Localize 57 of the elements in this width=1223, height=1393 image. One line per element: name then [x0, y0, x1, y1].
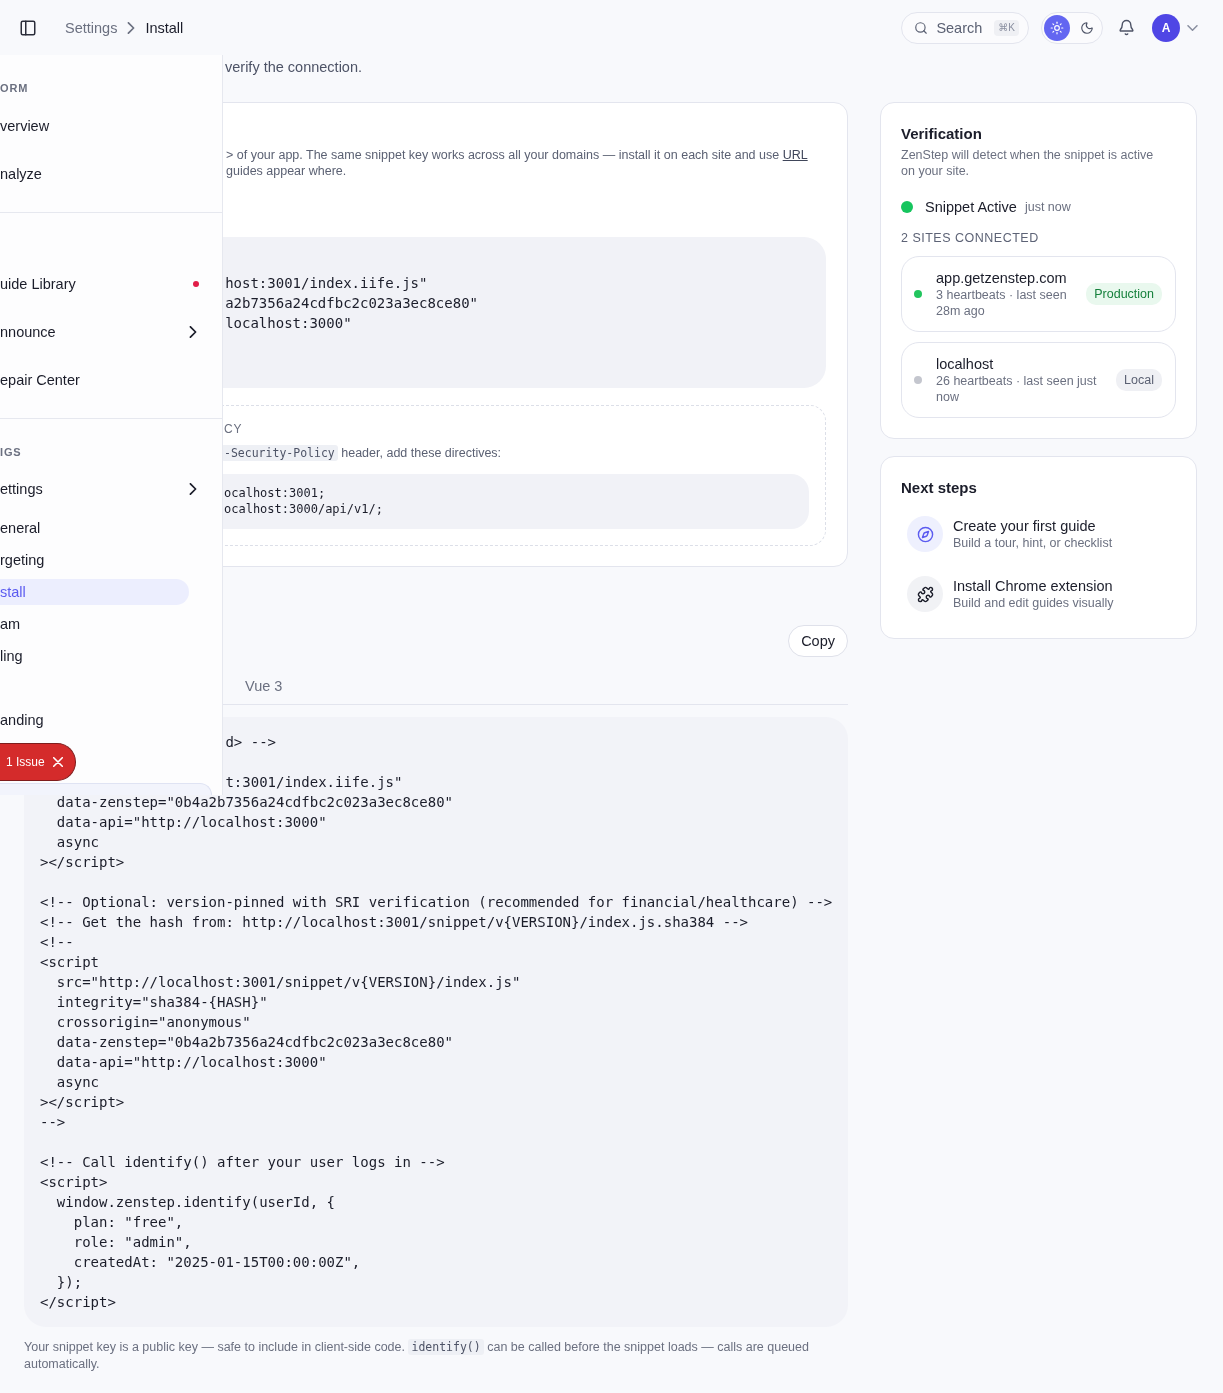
issue-badge[interactable]: 1 Issue: [0, 743, 76, 781]
environment-badge: Local: [1116, 369, 1162, 391]
card-title: Verification: [901, 124, 983, 144]
intro-text: verify the connection.: [225, 58, 364, 77]
section-label: ORM: [0, 81, 30, 95]
search-icon: [914, 20, 929, 35]
moon-icon: [1080, 20, 1094, 35]
nav-item[interactable]: am: [0, 611, 189, 637]
nav-item[interactable]: nalyze: [0, 150, 222, 198]
site-meta: 3 heartbeats · last seen 28m ago: [936, 287, 1068, 319]
breadcrumb-link[interactable]: Settings: [65, 17, 118, 38]
url-link[interactable]: URL: [782, 148, 808, 162]
shortcut-hint: ⌘K: [994, 19, 1019, 36]
step-title[interactable]: Install Chrome extension: [953, 577, 1114, 595]
description-text: > of your app. The same snippet key works across all your domains — install it on each site and use URL: [226, 147, 809, 163]
site-name: localhost: [936, 355, 995, 373]
breadcrumb-current: Install: [145, 18, 184, 38]
puzzle-icon: [907, 576, 943, 612]
code-text: d> --> t:3001/index.iife.js": [225, 733, 404, 792]
nav-item[interactable]: ling: [0, 643, 189, 669]
environment-badge: Production: [1086, 283, 1162, 305]
status-time: just now: [1024, 200, 1071, 214]
nav-item[interactable]: verview: [0, 102, 222, 150]
step-subtitle: Build a tour, hint, or checklist: [953, 535, 1113, 551]
code-text: data-zenstep="0b4a2b7356a24cdfbc2c023a3ec8ce80" data-api="http://localhost:3000" async ></script> <!-- Optional: version-pinned with SRI verification (recommended for financial/healthcare) --> <!-- Get the hash from: http://localhost:3001/snippet/v{VERSION}/index.js.sha384 --> <!-- <script src="http://localhost:3001/snippet/v{VERSION}/index.js" integrity="sha384-{HASH}" crossorigin="anonymous" data-zenstep="0b4a2b7356a24cdfbc2c023a3ec8ce80" data-api="http://localhost:3000" async ></script> --> <!-- Call identify() after your user logs in --> <script> window.zenstep.identify(userId, { plan: "free", role: "admin", createdAt: "2025-01-15T00:00:00Z", }); </script>: [40, 793, 832, 1312]
search-field[interactable]: Search ⌘K: [901, 11, 1029, 44]
user-avatar[interactable]: A: [1152, 13, 1180, 42]
chevron-right-icon: [189, 483, 197, 495]
notifications-button[interactable]: [1118, 19, 1135, 36]
notification-dot-icon: [193, 281, 199, 287]
site-name: app.getzenstep.com: [936, 269, 1068, 287]
copy-button[interactable]: Copy: [788, 625, 848, 657]
site-meta: 26 heartbeats · last seen just now: [936, 373, 1098, 405]
step-subtitle: Build and edit guides visually: [953, 595, 1114, 611]
step-title[interactable]: Create your first guide: [953, 517, 1113, 535]
panel-icon: [19, 18, 37, 37]
chevron-right-icon: [189, 326, 197, 338]
bell-icon: [1118, 19, 1135, 36]
card-title: Next steps: [901, 478, 978, 498]
nav-item[interactable]: rgeting: [0, 547, 189, 573]
status-label: Snippet Active: [925, 199, 1017, 215]
compass-icon: [907, 516, 943, 552]
close-icon: [52, 757, 63, 767]
sites-label: 2 SITES CONNECTED: [901, 231, 1040, 245]
nav-item[interactable]: stall: [0, 579, 189, 605]
chevron-right-icon: [127, 21, 136, 34]
sidebar-toggle-button[interactable]: [19, 18, 37, 37]
sun-icon: [1050, 20, 1064, 35]
footer-note: Your snippet key is a public key — safe to include in client-side code. identify() can be called before the snippet loads — calls are queued automatically.: [24, 1339, 810, 1373]
section-heading: CY: [224, 421, 244, 437]
card-description: ZenStep will detect when the snippet is active on your site.: [901, 147, 1155, 179]
description-text: guides appear where.: [226, 163, 348, 179]
light-mode-button[interactable]: [1044, 14, 1070, 41]
chevron-down-icon: [1187, 24, 1198, 31]
tab[interactable]: Vue 3: [235, 670, 293, 704]
nav-item[interactable]: anding: [0, 707, 189, 733]
section-label: IGS: [0, 445, 23, 459]
